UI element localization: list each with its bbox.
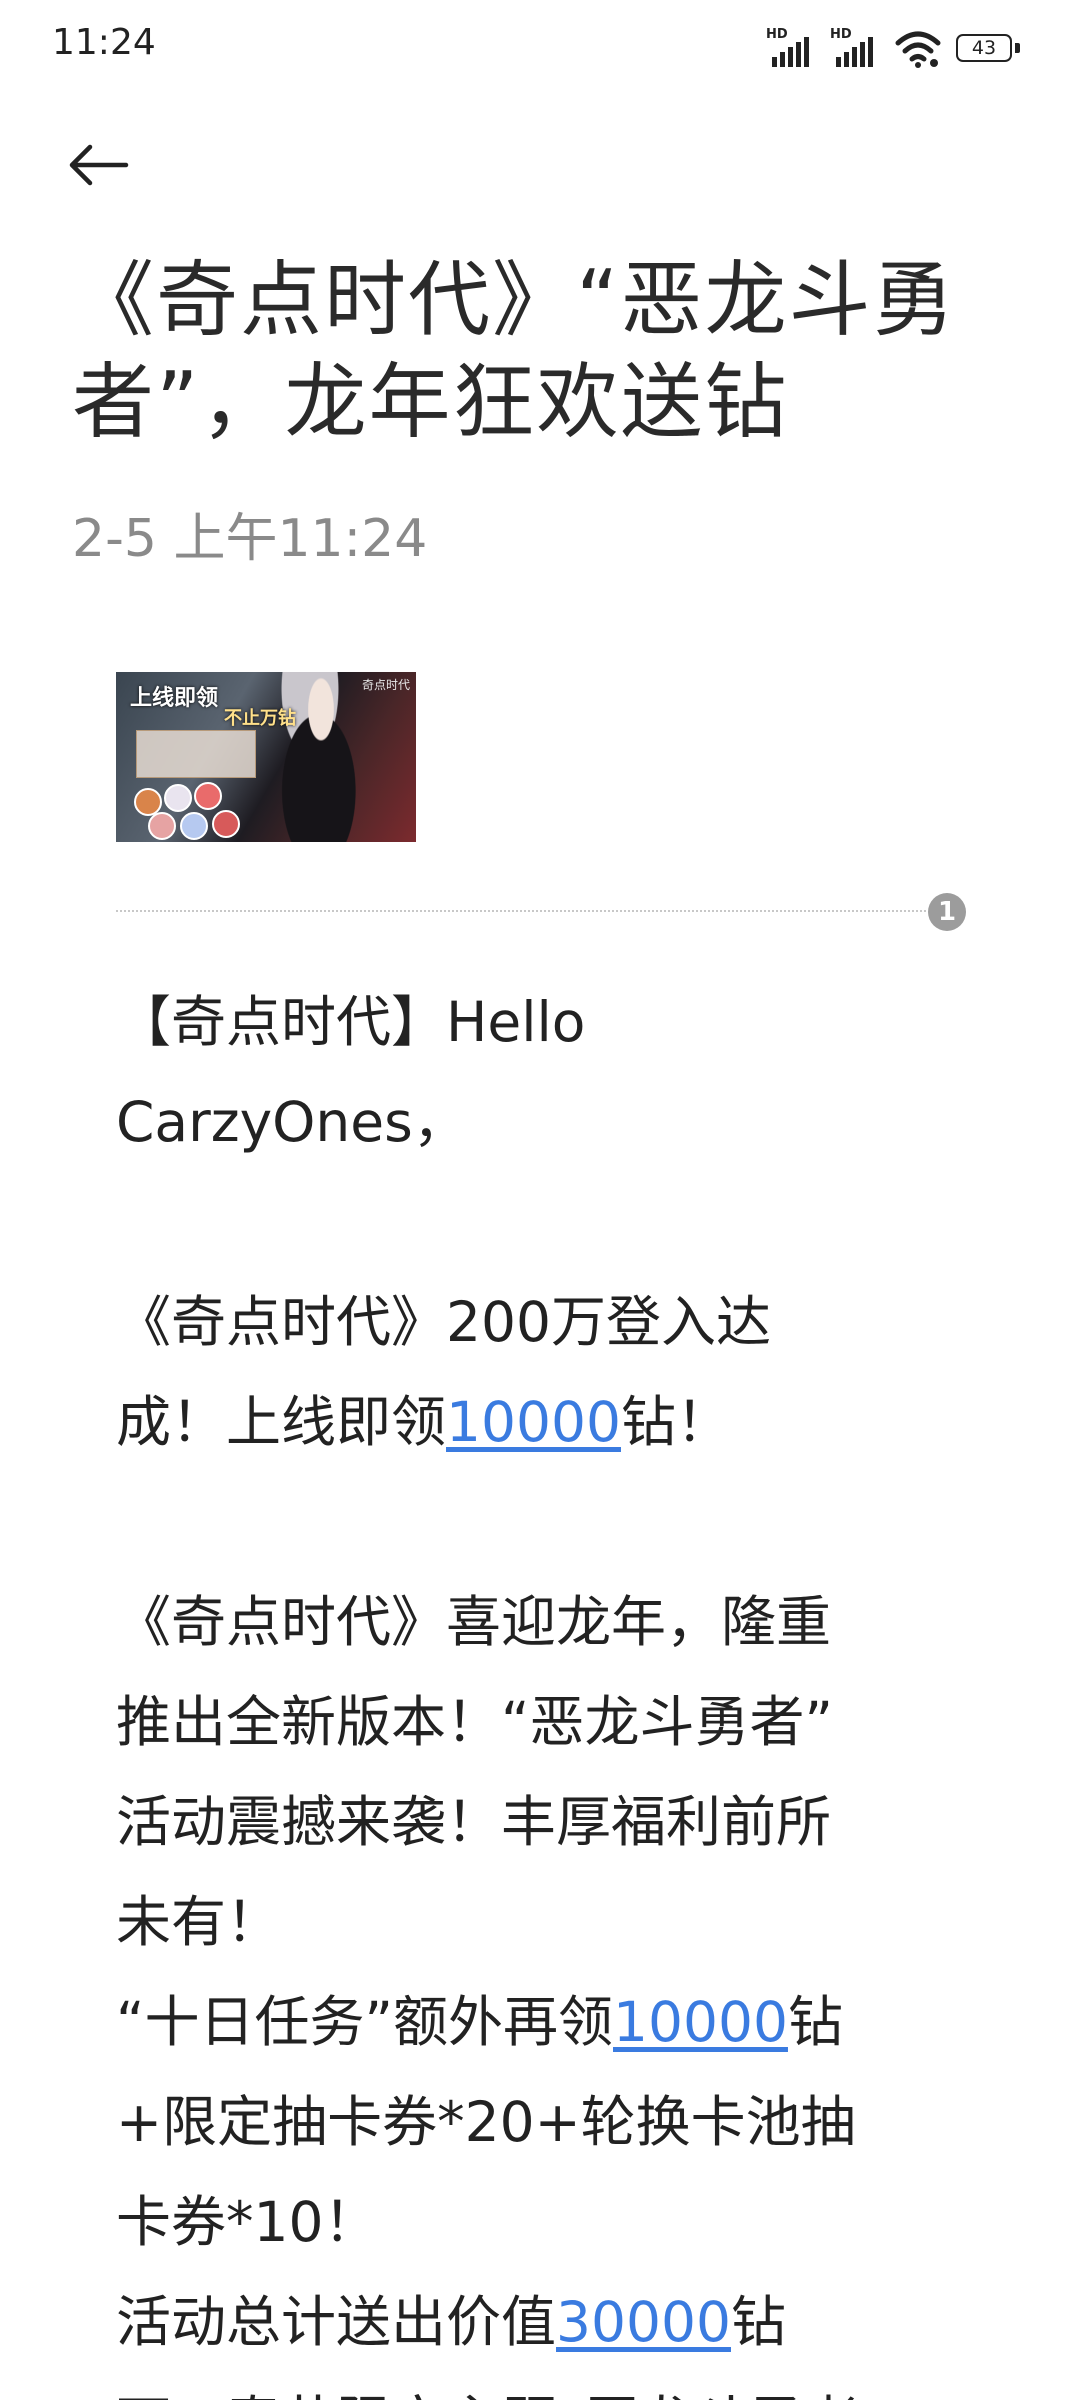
body-line: 【奇点时代】Hello — [116, 990, 586, 1054]
battery-icon: 43 — [956, 34, 1020, 64]
status-icons: HD HD 43 — [766, 26, 1020, 72]
battery-level: 43 — [971, 37, 997, 59]
wifi-icon — [894, 29, 942, 69]
divider — [116, 910, 926, 912]
number-link[interactable]: 30000 — [556, 2290, 731, 2354]
body-line: 成！上线即领10000钻！ — [116, 1372, 946, 1472]
signal-icon: HD — [766, 27, 816, 69]
attachment-count-badge: 1 — [928, 893, 966, 931]
body-line: 下，春节限定主题“恶龙斗勇者” — [116, 2372, 946, 2400]
image-reward-icon — [194, 782, 222, 810]
body-line: 推出全新版本！“恶龙斗勇者” — [116, 1690, 833, 1754]
body-line: 《奇点时代》喜迎龙年，隆重 — [116, 1590, 832, 1654]
image-info-panel — [136, 730, 256, 778]
image-brand: 奇点时代 — [361, 678, 410, 692]
body-text: 钻 — [730, 2290, 786, 2354]
signal-icon: HD — [830, 27, 880, 69]
body-line: 活动震撼来袭！丰厚福利前所 — [116, 1790, 832, 1854]
message-detail-screen: 11:24 HD HD 43 《奇点时代》“恶龙斗勇者”，龙年狂欢送钻 2-5 … — [0, 0, 1080, 2400]
body-line: 《奇点时代》200万登入达 — [116, 1290, 771, 1354]
image-reward-icon — [180, 812, 208, 840]
body-line: 活动总计送出价值30000钻 — [116, 2272, 946, 2372]
image-reward-icon — [212, 810, 240, 838]
body-text: 钻！ — [620, 1390, 731, 1454]
attached-image[interactable]: 上线即领 不止万钻 奇点时代 — [116, 672, 416, 842]
message-timestamp: 2-5 上午11:24 — [72, 509, 428, 569]
body-line: “十日任务”额外再领10000钻 — [116, 1972, 946, 2072]
body-text: 活动总计送出价值 — [116, 2290, 557, 2354]
back-button[interactable] — [66, 130, 156, 200]
body-text: 成！上线即领 — [116, 1390, 447, 1454]
message-title: 《奇点时代》“恶龙斗勇者”，龙年狂欢送钻 — [72, 253, 957, 450]
body-line: 卡券*10！ — [116, 2190, 379, 2254]
number-link[interactable]: 10000 — [446, 1390, 621, 1454]
body-line: 未有！ — [116, 1890, 282, 1954]
status-time: 11:24 — [52, 22, 156, 63]
body-line: CarzyOnes， — [116, 1090, 468, 1154]
body-text: 钻 — [787, 1990, 843, 2054]
image-character — [266, 672, 376, 842]
back-arrow-icon — [69, 144, 129, 186]
image-subheadline: 不止万钻 — [224, 708, 296, 729]
status-bar: 11:24 HD HD 43 — [0, 0, 1080, 96]
battery-nub — [1015, 43, 1020, 53]
message-body: 【奇点时代】Hello CarzyOnes， 《奇点时代》200万登入达 成！上… — [116, 972, 946, 2400]
image-reward-icon — [148, 812, 176, 840]
image-reward-icon — [164, 784, 192, 812]
body-line: +限定抽卡券*20+轮换卡池抽 — [116, 2090, 856, 2154]
body-text: “十日任务”额外再领 — [116, 1990, 613, 2054]
image-headline: 上线即领 — [130, 686, 219, 711]
number-link[interactable]: 10000 — [613, 1990, 788, 2054]
